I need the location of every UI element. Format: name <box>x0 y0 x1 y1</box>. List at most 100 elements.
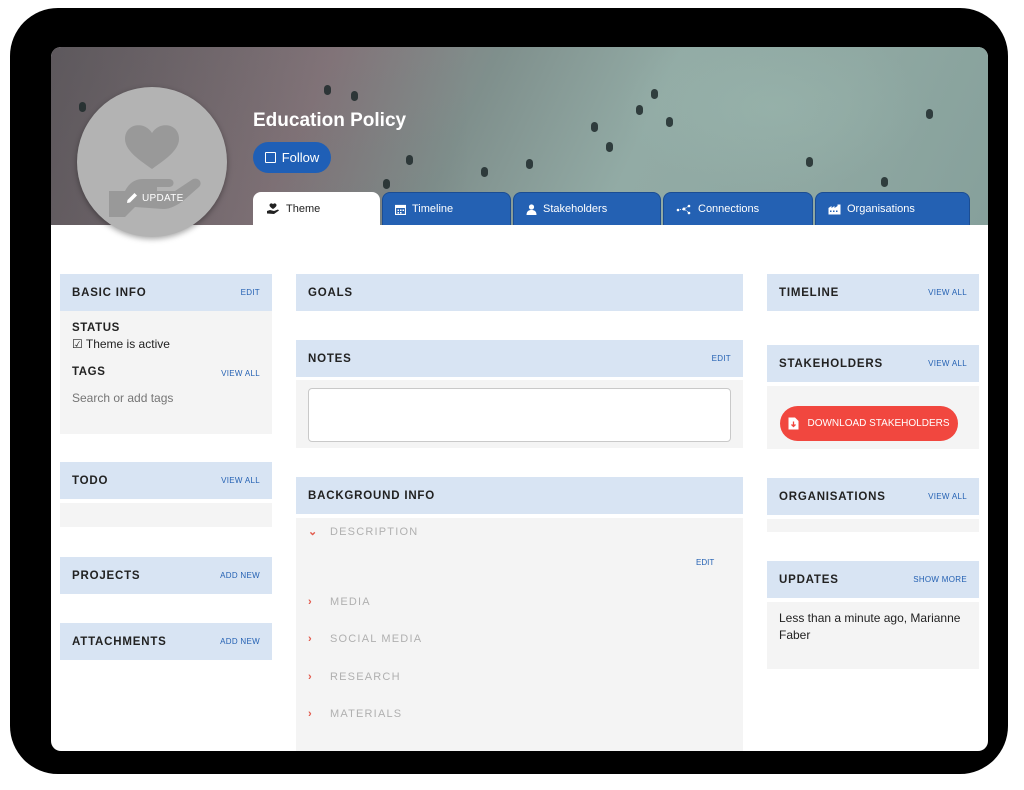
crowd-figure <box>481 167 488 177</box>
accordion-materials[interactable]: › MATERIALS <box>308 708 402 720</box>
projects-header: PROJECTS ADD NEW <box>60 557 272 594</box>
update-item: Less than a minute ago, Marianne Faber <box>779 611 961 642</box>
crowd-figure <box>324 85 331 95</box>
update-label: UPDATE <box>142 192 184 204</box>
tab-bar: Theme Timeline Stakeholders Connections … <box>253 192 972 225</box>
crowd-figure <box>606 142 613 152</box>
view-all-todo-link[interactable]: VIEW ALL <box>221 476 260 485</box>
accordion-research[interactable]: › RESEARCH <box>308 671 401 683</box>
tab-theme[interactable]: Theme <box>253 192 380 225</box>
tab-stakeholders[interactable]: Stakeholders <box>513 192 661 225</box>
building-icon <box>828 204 841 214</box>
add-attachment-button[interactable]: ADD NEW <box>220 637 260 646</box>
tab-timeline[interactable]: Timeline <box>382 192 511 225</box>
crowd-figure <box>881 177 888 187</box>
tab-connections[interactable]: Connections <box>663 192 813 225</box>
crowd-figure <box>666 117 673 127</box>
updates-body: Less than a minute ago, Marianne Faber <box>767 602 979 669</box>
download-label: DOWNLOAD STAKEHOLDERS <box>807 418 950 429</box>
tags-action: VIEW ALL <box>208 363 272 383</box>
todo-header: TODO VIEW ALL <box>60 462 272 499</box>
panel-title: STAKEHOLDERS <box>779 357 883 370</box>
tab-label: Theme <box>286 203 321 215</box>
panel-title: ATTACHMENTS <box>72 635 167 648</box>
background-info-body: ⌄ DESCRIPTION EDIT › MEDIA › SOCIAL MEDI… <box>296 518 743 751</box>
todo-body <box>60 503 272 527</box>
attachments-header: ATTACHMENTS ADD NEW <box>60 623 272 660</box>
app-screen: Education Policy Follow Theme Timeline S… <box>51 47 988 751</box>
notes-textarea[interactable] <box>308 388 731 442</box>
organisations-body <box>767 519 979 532</box>
stakeholders-body: DOWNLOAD STAKEHOLDERS <box>767 386 979 449</box>
view-all-timeline-link[interactable]: VIEW ALL <box>928 288 967 297</box>
crowd-figure <box>926 109 933 119</box>
crowd-figure <box>806 157 813 167</box>
network-icon <box>676 204 691 214</box>
panel-title: BACKGROUND INFO <box>308 489 435 502</box>
tab-label: Connections <box>698 203 760 215</box>
panel-title: PROJECTS <box>72 569 141 582</box>
status-value[interactable]: ☑ Theme is active <box>72 337 170 351</box>
accordion-label: MEDIA <box>330 596 371 608</box>
accordion-label: MATERIALS <box>330 708 403 720</box>
panel-title: GOALS <box>308 286 353 299</box>
panel-title: TIMELINE <box>779 286 840 299</box>
view-all-organisations-link[interactable]: VIEW ALL <box>928 492 967 501</box>
tab-label: Organisations <box>847 203 915 215</box>
crowd-figure <box>591 122 598 132</box>
page-title: Education Policy <box>253 110 407 131</box>
notes-header: NOTES EDIT <box>296 340 743 377</box>
view-all-stakeholders-link[interactable]: VIEW ALL <box>928 359 967 368</box>
notes-body <box>296 380 743 448</box>
follow-button[interactable]: Follow <box>253 142 331 173</box>
theme-avatar[interactable]: UPDATE <box>77 87 227 237</box>
status-label: STATUS <box>72 322 120 334</box>
accordion-social-media[interactable]: › SOCIAL MEDIA <box>308 633 422 645</box>
follow-label: Follow <box>281 150 320 165</box>
chevron-right-icon: › <box>308 633 313 645</box>
chevron-right-icon: › <box>308 708 313 720</box>
panel-title: ORGANISATIONS <box>779 490 886 503</box>
accordion-media[interactable]: › MEDIA <box>308 596 371 608</box>
add-project-button[interactable]: ADD NEW <box>220 571 260 580</box>
panel-title: BASIC INFO <box>72 286 147 299</box>
hand-heart-icon <box>267 203 279 214</box>
download-stakeholders-button[interactable]: DOWNLOAD STAKEHOLDERS <box>780 406 958 441</box>
tags-label: TAGS <box>72 366 106 378</box>
chevron-down-icon: ⌄ <box>308 526 319 538</box>
updates-header: UPDATES SHOW MORE <box>767 561 979 598</box>
tab-label: Stakeholders <box>543 203 608 215</box>
goals-header: GOALS <box>296 274 743 311</box>
crowd-figure <box>351 91 358 101</box>
chevron-right-icon: › <box>308 596 313 608</box>
hand-heart-icon <box>109 125 201 217</box>
show-more-updates-link[interactable]: SHOW MORE <box>913 575 967 584</box>
edit-description-button[interactable]: EDIT <box>696 558 714 567</box>
panel-title: UPDATES <box>779 573 839 586</box>
view-all-tags-link[interactable]: VIEW ALL <box>221 369 260 378</box>
accordion-label: RESEARCH <box>330 671 401 683</box>
organisations-header: ORGANISATIONS VIEW ALL <box>767 478 979 515</box>
basic-info-body: STATUS ☑ Theme is active TAGS VIEW ALL <box>60 311 272 434</box>
accordion-description[interactable]: ⌄ DESCRIPTION <box>308 525 418 539</box>
stakeholders-header: STAKEHOLDERS VIEW ALL <box>767 345 979 382</box>
update-avatar-button[interactable]: UPDATE <box>125 191 184 205</box>
tag-search-input[interactable] <box>72 391 252 405</box>
checkbox-icon <box>264 152 276 163</box>
crowd-figure <box>383 179 390 189</box>
background-info-header: BACKGROUND INFO <box>296 477 743 514</box>
edit-notes-button[interactable]: EDIT <box>712 354 731 363</box>
tablet-frame: Education Policy Follow Theme Timeline S… <box>10 8 1008 774</box>
chevron-right-icon: › <box>308 671 313 683</box>
tab-organisations[interactable]: Organisations <box>815 192 970 225</box>
panel-title: TODO <box>72 474 109 487</box>
user-icon <box>526 203 537 215</box>
crowd-figure <box>526 159 533 169</box>
accordion-label: SOCIAL MEDIA <box>330 633 423 645</box>
edit-basic-info-button[interactable]: EDIT <box>241 288 260 297</box>
crowd-figure <box>636 105 643 115</box>
basic-info-header: BASIC INFO EDIT <box>60 274 272 311</box>
calendar-icon <box>395 204 406 215</box>
crowd-figure <box>651 89 658 99</box>
timeline-header: TIMELINE VIEW ALL <box>767 274 979 311</box>
